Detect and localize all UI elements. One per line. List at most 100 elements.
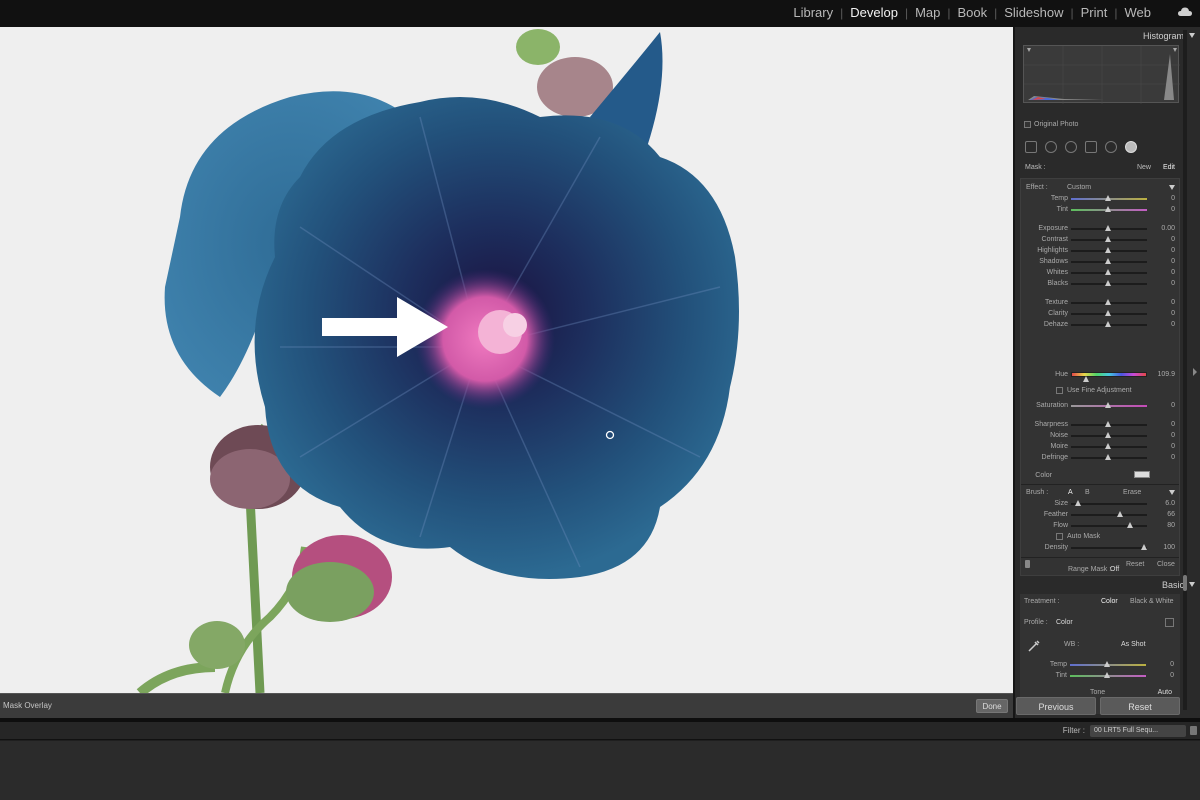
filter-dropdown[interactable]: 00 LRT5 Full Sequ...	[1090, 725, 1186, 737]
slider-value[interactable]: 0	[1171, 206, 1175, 213]
collapse-triangle-icon[interactable]	[1169, 185, 1175, 190]
graduated-filter-icon[interactable]	[1085, 141, 1097, 153]
wb-dropdown[interactable]: As Shot	[1121, 641, 1146, 648]
fine-adjustment-toggle[interactable]: Use Fine Adjustment	[1021, 386, 1179, 396]
original-photo-toggle[interactable]: Original Photo	[1024, 121, 1078, 128]
slider-value[interactable]: 0	[1171, 402, 1175, 409]
slider-thumb[interactable]	[1117, 511, 1123, 517]
slider-thumb[interactable]	[1105, 402, 1111, 408]
checkbox[interactable]	[1024, 121, 1031, 128]
module-web[interactable]: Web	[1118, 5, 1159, 20]
radial-filter-icon[interactable]	[1105, 141, 1117, 153]
slider-track[interactable]	[1071, 547, 1147, 549]
treatment-color-option[interactable]: Color	[1101, 598, 1118, 605]
slider-value[interactable]: 0	[1171, 454, 1175, 461]
slider-thumb[interactable]	[1105, 321, 1111, 327]
slider-shadows[interactable]: Shadows 0	[1021, 257, 1179, 267]
slider-brush-size[interactable]: Size 6.0	[1021, 499, 1179, 509]
slider-value[interactable]: 0	[1171, 195, 1175, 202]
slider-whites[interactable]: Whites 0	[1021, 268, 1179, 278]
slider-thumb[interactable]	[1105, 195, 1111, 201]
brush-tab-a[interactable]: A	[1068, 489, 1073, 496]
mask-edit-button[interactable]: Edit	[1163, 164, 1175, 171]
reset-button[interactable]: Reset	[1100, 697, 1180, 715]
slider-thumb[interactable]	[1104, 661, 1110, 667]
slider-value[interactable]: 0	[1171, 258, 1175, 265]
auto-mask-toggle[interactable]: Auto Mask	[1021, 532, 1179, 542]
slider-value[interactable]: 100	[1163, 544, 1175, 551]
scroll-thumb[interactable]	[1183, 575, 1187, 591]
slider-thumb[interactable]	[1105, 225, 1111, 231]
slider-thumb[interactable]	[1105, 206, 1111, 212]
previous-button[interactable]: Previous	[1016, 697, 1096, 715]
slider-noise[interactable]: Noise 0	[1021, 431, 1179, 441]
slider-track[interactable]	[1071, 503, 1147, 505]
module-slideshow[interactable]: Slideshow	[997, 5, 1070, 20]
slider-value[interactable]: 0	[1171, 421, 1175, 428]
slider-thumb[interactable]	[1105, 258, 1111, 264]
checkbox[interactable]	[1056, 533, 1063, 540]
module-library[interactable]: Library	[786, 5, 840, 20]
auto-tone-button[interactable]: Auto	[1158, 689, 1172, 696]
slider-moire[interactable]: Moire 0	[1021, 442, 1179, 452]
slider-value[interactable]: 0	[1171, 299, 1175, 306]
slider-value[interactable]: 0	[1171, 310, 1175, 317]
slider-tint[interactable]: Tint 0	[1021, 205, 1179, 215]
slider-value[interactable]: 80	[1167, 522, 1175, 529]
slider-value[interactable]: 0	[1170, 661, 1174, 668]
mask-reset-button[interactable]: Reset	[1126, 561, 1144, 568]
slider-value[interactable]: 6.0	[1165, 500, 1175, 507]
slider-value[interactable]: 0	[1171, 236, 1175, 243]
slider-value[interactable]: 0	[1171, 432, 1175, 439]
slider-value[interactable]: 0	[1170, 672, 1174, 679]
panel-scrollbar[interactable]	[1183, 30, 1187, 710]
slider-dehaze[interactable]: Dehaze 0	[1021, 320, 1179, 330]
slider-thumb[interactable]	[1127, 522, 1133, 528]
slider-thumb[interactable]	[1105, 432, 1111, 438]
done-button[interactable]: Done	[976, 699, 1008, 713]
slider-sharpness[interactable]: Sharpness 0	[1021, 420, 1179, 430]
module-map[interactable]: Map	[908, 5, 947, 20]
slider-thumb[interactable]	[1104, 672, 1110, 678]
basic-header[interactable]: Basic	[1015, 578, 1200, 592]
slider-thumb[interactable]	[1105, 310, 1111, 316]
toggle-switch-icon[interactable]	[1025, 560, 1030, 568]
crop-tool-icon[interactable]	[1025, 141, 1037, 153]
treatment-bw-option[interactable]: Black & White	[1130, 598, 1174, 605]
slider-blacks[interactable]: Blacks 0	[1021, 279, 1179, 289]
mask-new-button[interactable]: New	[1137, 164, 1151, 171]
slider-contrast[interactable]: Contrast 0	[1021, 235, 1179, 245]
slider-exposure[interactable]: Exposure 0.00	[1021, 224, 1179, 234]
spot-removal-icon[interactable]	[1045, 141, 1057, 153]
slider-thumb[interactable]	[1075, 500, 1081, 506]
panel-collapse-arrow-icon[interactable]	[1193, 368, 1197, 376]
slider-value[interactable]: 66	[1167, 511, 1175, 518]
module-print[interactable]: Print	[1074, 5, 1115, 20]
effect-row[interactable]: Effect : Custom	[1021, 183, 1179, 193]
profile-dropdown[interactable]: Color	[1056, 619, 1073, 626]
basic-slider-tint[interactable]: Tint 0	[1020, 671, 1178, 681]
slider-value[interactable]: 0	[1171, 269, 1175, 276]
slider-brush-feather[interactable]: Feather 66	[1021, 510, 1179, 520]
slider-thumb[interactable]	[1105, 236, 1111, 242]
slider-thumb[interactable]	[1105, 421, 1111, 427]
slider-value[interactable]: 0	[1171, 443, 1175, 450]
module-book[interactable]: Book	[950, 5, 994, 20]
slider-thumb[interactable]	[1105, 454, 1111, 460]
slider-highlights[interactable]: Highlights 0	[1021, 246, 1179, 256]
basic-slider-temp[interactable]: Temp 0	[1020, 660, 1178, 670]
slider-track[interactable]	[1071, 525, 1147, 527]
slider-defringe[interactable]: Defringe 0	[1021, 453, 1179, 463]
slider-brush-density[interactable]: Density 100	[1021, 543, 1179, 553]
photo-canvas[interactable]	[0, 27, 1013, 693]
slider-thumb[interactable]	[1105, 299, 1111, 305]
slider-thumb[interactable]	[1105, 269, 1111, 275]
mask-close-button[interactable]: Close	[1157, 561, 1175, 568]
color-swatch[interactable]	[1134, 471, 1150, 478]
slider-saturation[interactable]: Saturation 0	[1021, 401, 1179, 411]
mask-overlay-toggle[interactable]: Mask Overlay	[3, 701, 52, 710]
effect-preset-value[interactable]: Custom	[1067, 184, 1091, 191]
brush-tab-b[interactable]: B	[1085, 489, 1090, 496]
slider-track[interactable]	[1071, 514, 1147, 516]
histogram-header[interactable]: Histogram	[1015, 29, 1200, 43]
